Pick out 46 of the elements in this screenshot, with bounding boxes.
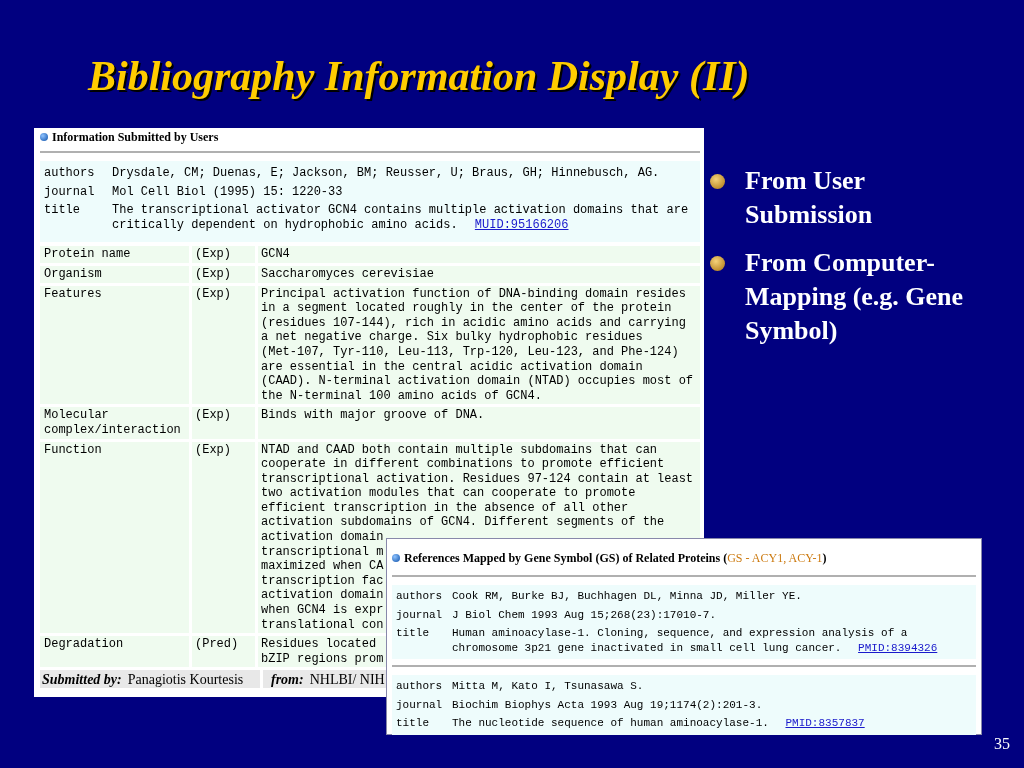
field-label: title [43, 203, 81, 220]
table-cell: (Exp) [192, 246, 255, 263]
table-cell: Molecular complex/interaction [40, 407, 189, 439]
bullet-icon [710, 256, 725, 271]
field-value: Mol Cell Biol (1995) 15: 1220-33 [112, 184, 344, 200]
institution-name: NHLBI/ NIH [309, 670, 385, 689]
field-label: title [395, 716, 430, 731]
from-label: from: [271, 670, 304, 689]
field-value: The transcriptional activator GCN4 contains multiple activation domains that are critically dependent on hydrophobic amino acids. MUID:95166206 [112, 203, 690, 233]
table-cell: Function [40, 441, 189, 634]
field-label: journal [43, 184, 96, 200]
table-cell: Binds with major groove of DNA. [258, 407, 700, 439]
table-cell: Organism [40, 265, 189, 283]
bullet-text: From User Submission [745, 165, 874, 231]
field-label: journal [395, 607, 444, 622]
submitted-by-label: Submitted by: [42, 670, 122, 689]
panel-heading: Information Submitted by Users [52, 129, 219, 146]
field-label: journal [395, 697, 444, 712]
reference-link[interactable]: MUID:95166206 [474, 217, 569, 232]
table-cell: Degradation [40, 636, 189, 668]
table-cell: Protein name [40, 246, 189, 263]
bullet-icon [392, 554, 400, 562]
table-cell: (Exp) [192, 285, 255, 405]
field-value: Mitta M, Kato I, Tsunasawa S. [452, 679, 645, 694]
table-cell: (Exp) [192, 407, 255, 439]
field-value: The nucleotide sequence of human aminoacylase-1. PMID:8357837 [452, 716, 866, 731]
page-number: 35 [994, 734, 1010, 754]
table-cell: (Pred) [192, 636, 255, 668]
field-value: Drysdale, CM; Duenas, E; Jackson, BM; Reusser, U; Braus, GH; Hinnebusch, AG. [112, 166, 661, 181]
bullet-icon [40, 133, 48, 141]
field-label: authors [395, 679, 444, 694]
field-label: authors [43, 166, 96, 181]
table-cell: (Exp) [192, 441, 255, 634]
table-cell: GCN4 [258, 246, 700, 263]
bullet-text: From Computer-Mapping (e.g. Gene Symbol) [745, 247, 965, 347]
field-label: authors [395, 589, 444, 604]
reference-link[interactable]: PMID:8394326 [858, 641, 938, 654]
table-cell: Features [40, 285, 189, 405]
field-value: Biochim Biophys Acta 1993 Aug 19;1174(2):201-3. [452, 697, 764, 712]
slide-title: Bibliography Information Display (II) [88, 52, 750, 101]
table-cell: (Exp) [192, 265, 255, 283]
submitter-name: Panagiotis Kourtesis [127, 670, 244, 689]
table-cell: Saccharomyces cerevisiae [258, 265, 700, 283]
bullet-icon [710, 174, 725, 189]
reference-link[interactable]: PMID:8357837 [785, 717, 865, 729]
table-cell: Principal activation function of DNA-binding domain resides in a segment located roughly in the center of the protein (residues 107-144), rich in acidic amino acids and carrying a net negative charge. Six bulky hydrophobic residues (Met-107, Tyr-110, Leu-113, Trp-120, Leu-123, and Phe-124) are essential in the central acidic activation domain (CAAD). N-terminal activation domain (NTAD) occupies most of the N-terminal 100 amino acids of GCN4. [258, 285, 700, 405]
